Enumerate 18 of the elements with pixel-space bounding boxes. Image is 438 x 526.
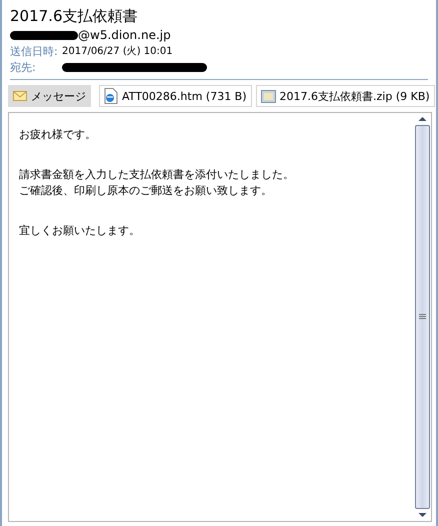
sender-address: @w5.dion.ne.jp — [78, 28, 171, 42]
body-text: 請求書金額を入力した支払依頼書を添付いたしました。 — [19, 167, 295, 183]
email-subject: 2017.6支払依頼書 — [10, 6, 138, 26]
envelope-icon — [13, 91, 27, 101]
web-page-icon — [104, 88, 118, 104]
scrollbar-thumb[interactable] — [415, 125, 430, 509]
body-text: 宜しくお願いたします。 — [19, 223, 141, 239]
attachment-button[interactable]: 2017.6支払依頼書.zip (9 KB) — [256, 85, 435, 107]
field-label: 送信日時: — [10, 44, 59, 58]
body-text: ご確認後、印刷し原本のご郵送をお願い致します。 — [19, 183, 273, 199]
attachment-button[interactable]: ATT00286.htm (731 B) — [99, 85, 252, 107]
redaction-mark — [10, 30, 78, 40]
field-value: 2017/06/27 (火) 10:01 — [62, 44, 173, 58]
body-text: お疲れ様です。 — [19, 127, 97, 143]
message-tab[interactable]: メッセージ — [8, 85, 91, 107]
archive-icon — [260, 88, 276, 104]
field-label: 宛先: — [10, 60, 37, 74]
grip-icon — [419, 314, 426, 320]
